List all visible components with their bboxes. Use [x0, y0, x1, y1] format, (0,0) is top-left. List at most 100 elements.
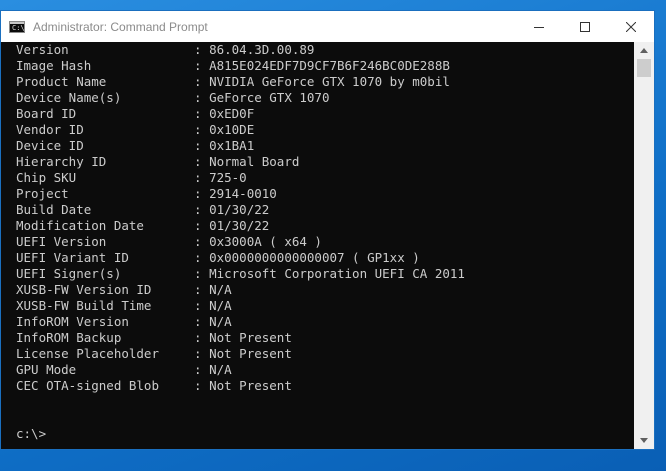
row-separator: :	[194, 330, 210, 345]
console-row: Version: 86.04.3D.00.89	[16, 42, 465, 58]
row-key: Version	[16, 42, 69, 57]
scroll-thumb[interactable]	[637, 59, 651, 77]
row-key: Board ID	[16, 106, 77, 121]
console-row: GPU Mode: N/A	[16, 362, 465, 378]
console-row: Image Hash: A815E024EDF7D9CF7B6F246BC0DE…	[16, 58, 465, 74]
row-value: Not Present	[209, 378, 292, 393]
command-prompt-window[interactable]: C:\ Administrator: Command Prompt Versio…	[0, 10, 655, 450]
row-key: CEC OTA-signed Blob	[16, 378, 159, 393]
row-value: 0xED0F	[209, 106, 255, 121]
row-separator: :	[194, 106, 210, 121]
console-row: UEFI Variant ID: 0x0000000000000007 ( GP…	[16, 250, 465, 266]
row-separator: :	[194, 234, 210, 249]
row-separator: :	[194, 282, 210, 297]
row-separator: :	[194, 266, 210, 281]
scroll-down-icon	[640, 438, 648, 443]
row-key: License Placeholder	[16, 346, 159, 361]
row-value: 2914-0010	[209, 186, 277, 201]
row-value: 0x3000A ( x64 )	[209, 234, 322, 249]
row-key: Vendor ID	[16, 122, 84, 137]
row-separator: :	[194, 298, 210, 313]
console-row: InfoROM Version: N/A	[16, 314, 465, 330]
window-title: Administrator: Command Prompt	[33, 19, 208, 34]
row-separator: :	[194, 250, 210, 265]
row-key: XUSB-FW Build Time	[16, 298, 152, 313]
console-row: License Placeholder: Not Present	[16, 346, 465, 362]
console-row: XUSB-FW Build Time: N/A	[16, 298, 465, 314]
row-value: N/A	[209, 282, 232, 297]
row-key: Image Hash	[16, 58, 92, 73]
row-separator: :	[194, 202, 210, 217]
row-separator: :	[194, 218, 210, 233]
row-key: Device ID	[16, 138, 84, 153]
title-bar[interactable]: C:\ Administrator: Command Prompt	[1, 11, 654, 42]
command-prompt-line[interactable]: c:\>	[16, 426, 46, 442]
row-value: GeForce GTX 1070	[209, 90, 330, 105]
row-value: 86.04.3D.00.89	[209, 42, 315, 57]
scroll-up-button[interactable]	[634, 42, 654, 59]
row-key: UEFI Signer(s)	[16, 266, 122, 281]
row-key: Hierarchy ID	[16, 154, 107, 169]
row-value: 0x1BA1	[209, 138, 255, 153]
row-value: N/A	[209, 298, 232, 313]
row-value: N/A	[209, 314, 232, 329]
minimize-icon	[534, 26, 544, 28]
row-key: InfoROM Version	[16, 314, 129, 329]
console-row: Board ID: 0xED0F	[16, 106, 465, 122]
console-row: Modification Date: 01/30/22	[16, 218, 465, 234]
row-value: 0x10DE	[209, 122, 255, 137]
minimize-button[interactable]	[516, 11, 562, 42]
row-value: A815E024EDF7D9CF7B6F246BC0DE288B	[209, 58, 450, 73]
console-row: Vendor ID: 0x10DE	[16, 122, 465, 138]
cmd-app-icon[interactable]: C:\	[9, 20, 25, 33]
row-value: Not Present	[209, 346, 292, 361]
row-value: NVIDIA GeForce GTX 1070 by m0bil	[209, 74, 450, 89]
console-output[interactable]: Version: 86.04.3D.00.89 Image Hash: A815E…	[1, 42, 634, 449]
row-key: Device Name(s)	[16, 90, 122, 105]
row-key: XUSB-FW Version ID	[16, 282, 152, 297]
console-row: Hierarchy ID: Normal Board	[16, 154, 465, 170]
close-icon	[626, 21, 636, 32]
console-row: Build Date: 01/30/22	[16, 202, 465, 218]
vertical-scrollbar[interactable]	[634, 42, 654, 449]
row-separator: :	[194, 378, 210, 393]
row-key: Chip SKU	[16, 170, 77, 185]
row-key: GPU Mode	[16, 362, 77, 377]
row-key: Modification Date	[16, 218, 144, 233]
scroll-down-button[interactable]	[634, 432, 654, 449]
row-separator: :	[194, 58, 210, 73]
row-key: UEFI Version	[16, 234, 107, 249]
console-row: CEC OTA-signed Blob: Not Present	[16, 378, 465, 394]
row-separator: :	[194, 42, 210, 57]
row-key: Build Date	[16, 202, 92, 217]
row-separator: :	[194, 138, 210, 153]
row-separator: :	[194, 122, 210, 137]
row-value: 01/30/22	[209, 202, 270, 217]
row-value: Microsoft Corporation UEFI CA 2011	[209, 266, 465, 281]
console-row: Project: 2914-0010	[16, 186, 465, 202]
console-row: Device Name(s): GeForce GTX 1070	[16, 90, 465, 106]
row-separator: :	[194, 186, 210, 201]
row-value: Not Present	[209, 330, 292, 345]
console-lines: Version: 86.04.3D.00.89 Image Hash: A815E…	[16, 42, 465, 394]
row-separator: :	[194, 74, 210, 89]
row-separator: :	[194, 362, 210, 377]
console-row: UEFI Version: 0x3000A ( x64 )	[16, 234, 465, 250]
prompt-text: c:\>	[16, 426, 47, 441]
row-separator: :	[194, 346, 210, 361]
row-separator: :	[194, 154, 210, 169]
row-value: 725-0	[209, 170, 247, 185]
row-key: Project	[16, 186, 69, 201]
row-key: InfoROM Backup	[16, 330, 122, 345]
row-separator: :	[194, 314, 210, 329]
row-value: 01/30/22	[209, 218, 270, 233]
maximize-button[interactable]	[562, 11, 608, 42]
row-key: Product Name	[16, 74, 107, 89]
row-value: Normal Board	[209, 154, 300, 169]
console-row: InfoROM Backup: Not Present	[16, 330, 465, 346]
console-row: Chip SKU: 725-0	[16, 170, 465, 186]
close-button[interactable]	[608, 11, 654, 42]
console-row: XUSB-FW Version ID: N/A	[16, 282, 465, 298]
console-row: Device ID: 0x1BA1	[16, 138, 465, 154]
maximize-icon	[580, 21, 590, 32]
